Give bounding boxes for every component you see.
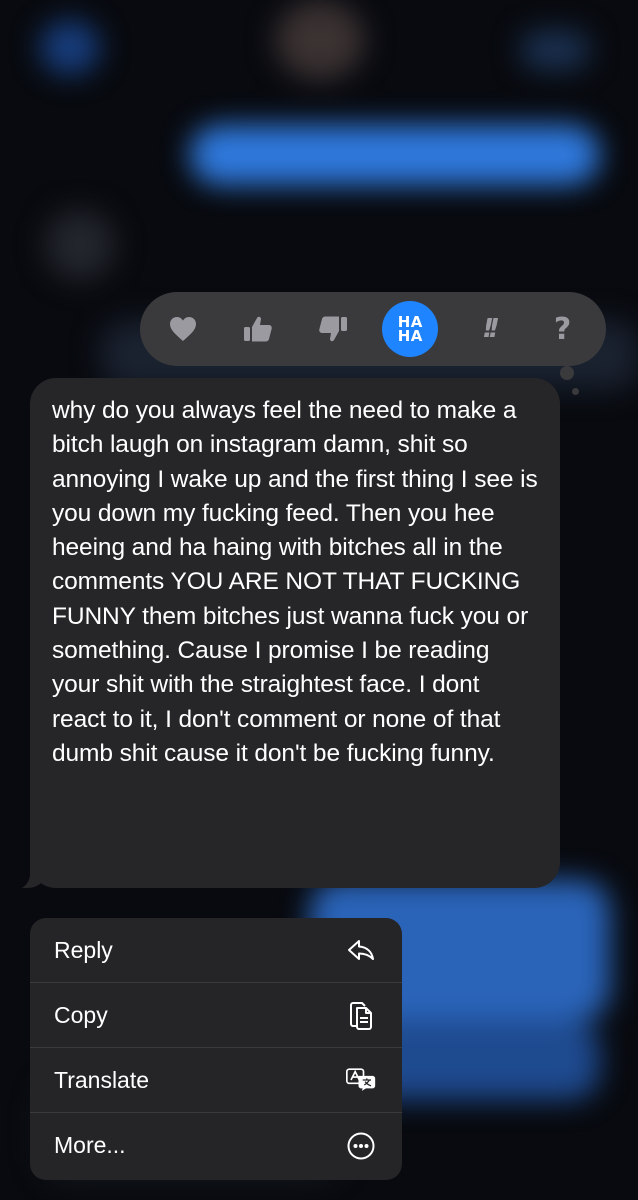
reaction-thumbs-up-button[interactable] <box>233 304 283 354</box>
menu-item-reply[interactable]: Reply <box>30 918 402 983</box>
menu-item-translate[interactable]: Translate <box>30 1048 402 1113</box>
menu-item-copy[interactable]: Copy <box>30 983 402 1048</box>
reaction-bar-tail <box>560 366 574 380</box>
reply-icon <box>346 935 376 965</box>
message-text: why do you always feel the need to make … <box>52 397 538 767</box>
reaction-bar-tail-small <box>572 388 579 395</box>
message-bubble[interactable]: why do you always feel the need to make … <box>30 378 560 888</box>
menu-item-label: More... <box>54 1132 126 1158</box>
reaction-exclamation-button[interactable]: !! <box>463 304 513 354</box>
reaction-question-button[interactable]: ? <box>538 304 588 354</box>
reaction-heart-button[interactable] <box>158 304 208 354</box>
reaction-thumbs-down-button[interactable] <box>308 304 358 354</box>
copy-icon <box>346 1000 376 1030</box>
more-icon <box>346 1131 376 1161</box>
reaction-bar: HA HA !! ? <box>140 292 606 366</box>
context-menu: Reply Copy Translate More... <box>30 918 402 1180</box>
question-mark-icon: ? <box>553 311 572 347</box>
reaction-haha-button[interactable]: HA HA <box>382 301 439 357</box>
menu-item-more[interactable]: More... <box>30 1113 402 1178</box>
double-exclamation-icon: !! <box>482 314 500 344</box>
menu-item-label: Copy <box>54 1001 108 1028</box>
haha-icon: HA HA <box>397 313 423 345</box>
thumbs-up-icon <box>243 316 272 342</box>
screen: HA HA !! ? why do you always feel the ne… <box>0 0 638 1200</box>
thumbs-down-icon <box>318 316 347 342</box>
menu-item-label: Reply <box>54 936 113 963</box>
translate-icon <box>346 1065 376 1095</box>
heart-icon <box>170 317 197 341</box>
menu-item-label: Translate <box>54 1066 150 1093</box>
